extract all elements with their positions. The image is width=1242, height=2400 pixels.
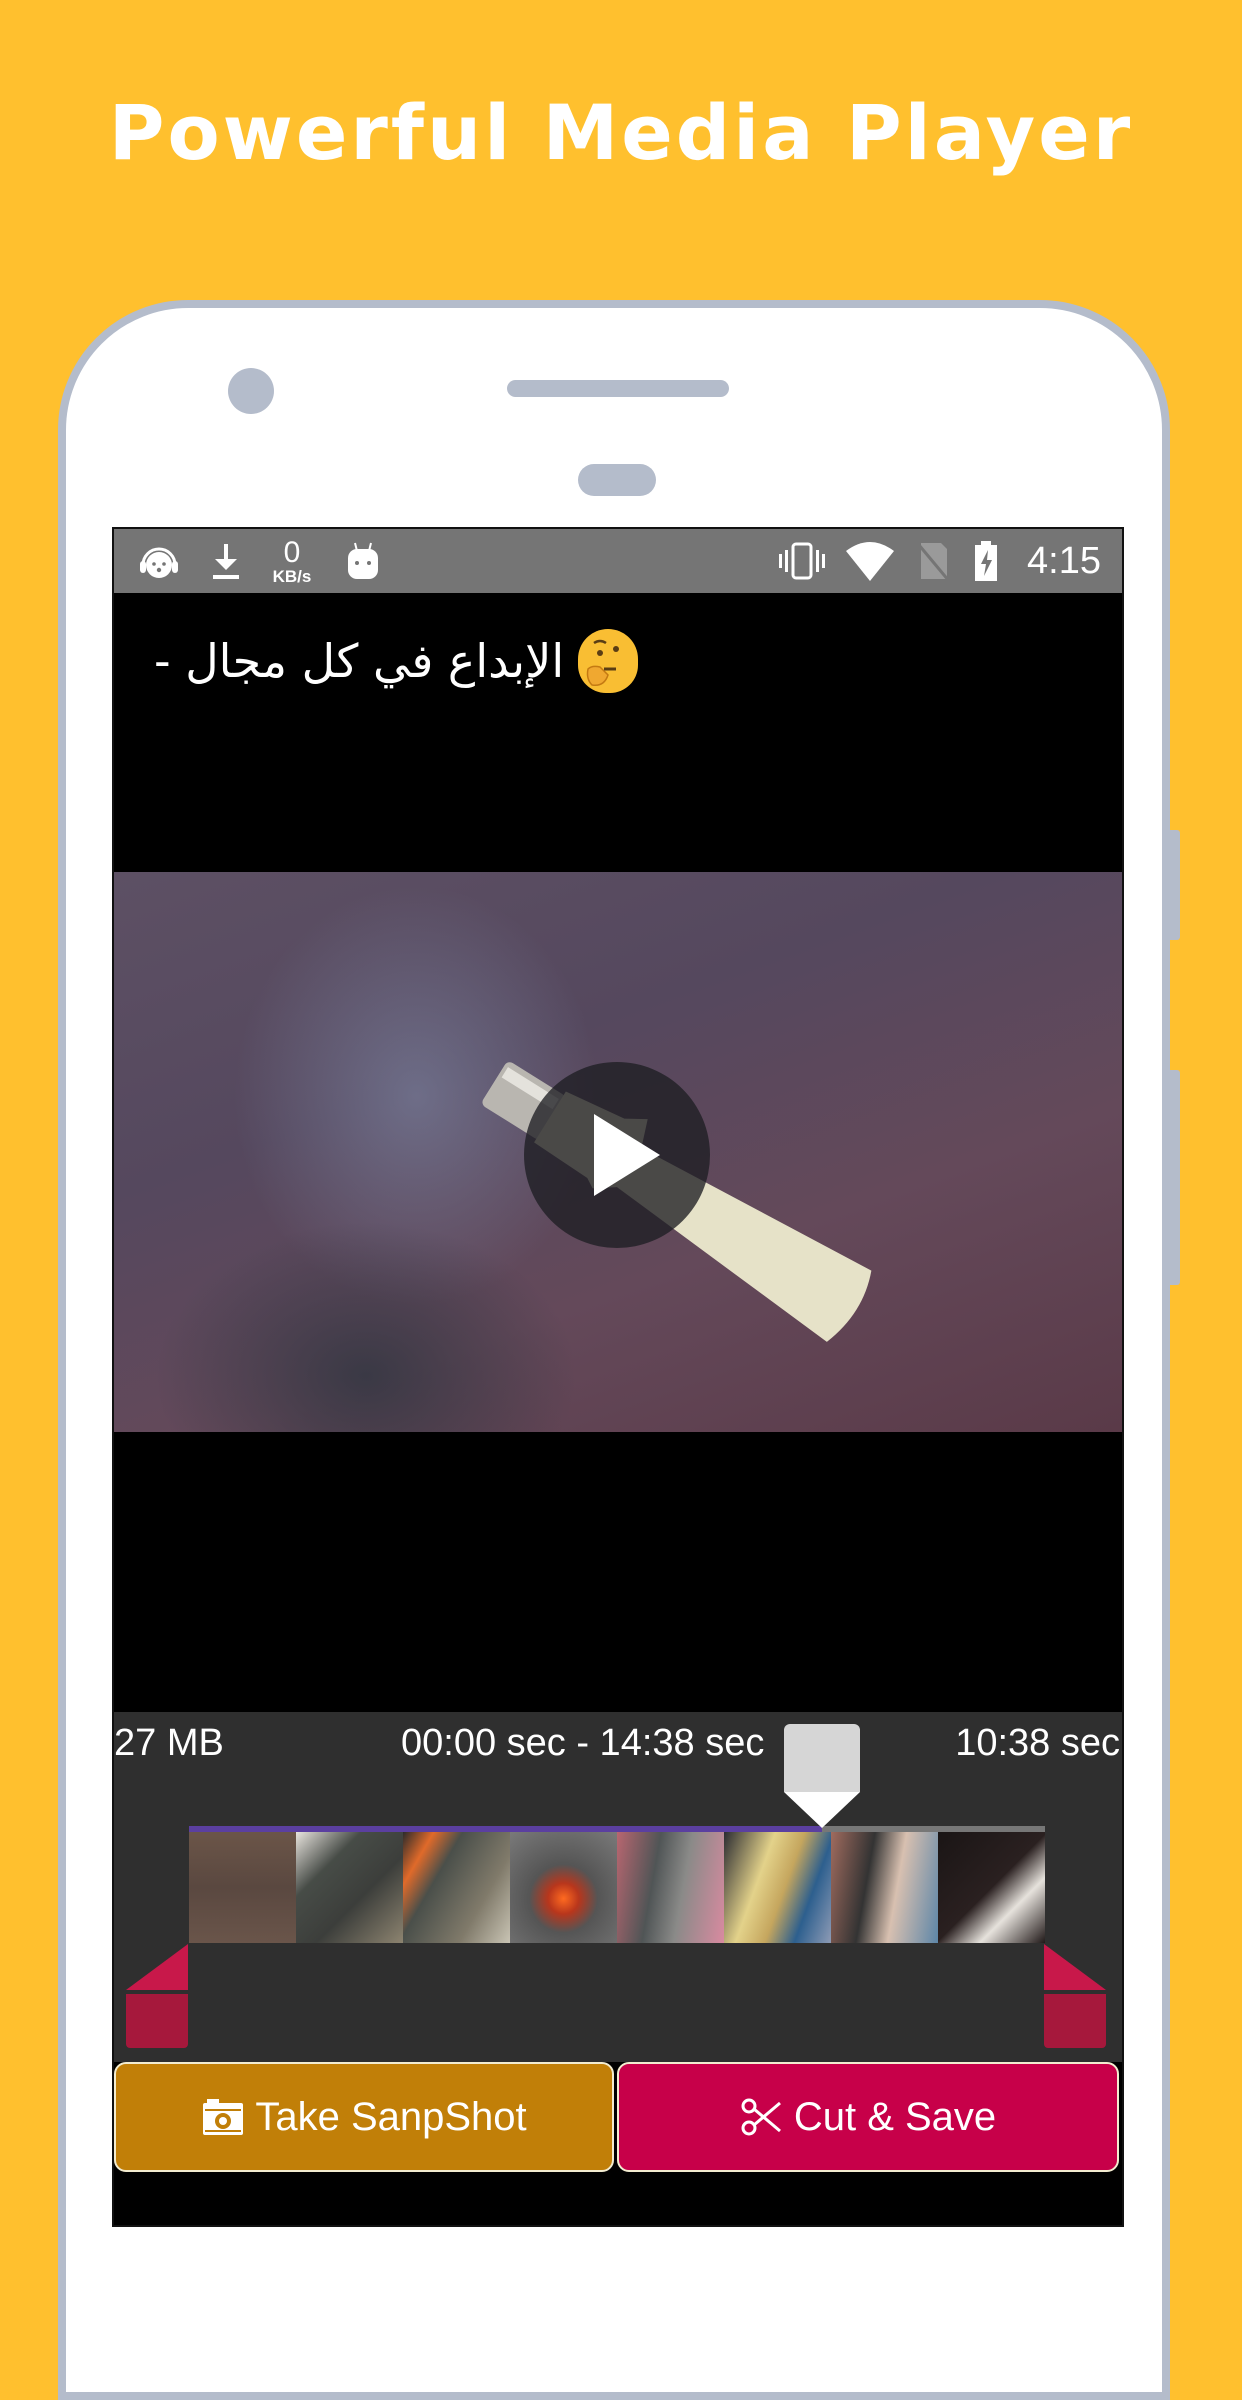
timeline-thumbnail [724,1832,831,1943]
take-snapshot-label: Take SanpShot [255,2094,527,2139]
trim-start-handle[interactable] [126,1944,188,2048]
camera-icon [203,2099,244,2135]
no-sim-icon [910,529,956,593]
network-speed-value: 0 [283,535,301,569]
phone-screen: 0 KB/s 4:15 الإبداع في كل مجال - 27 MB 0… [112,527,1124,2227]
trim-editor: 27 MB 00:00 sec - 14:38 sec 10:38 sec [114,1712,1122,2062]
status-time: 4:15 [1027,539,1101,582]
phone-speaker [507,380,729,397]
trim-range-label: 00:00 sec - 14:38 sec [401,1722,765,1764]
promo-headline: Powerful Media Player [108,88,1134,177]
timeline-thumbnail [938,1832,1045,1943]
android-icon [340,529,386,593]
network-speed-unit: KB/s [272,566,312,586]
timeline-thumbnail [189,1832,296,1943]
current-time: 10:38 sec [955,1722,1120,1764]
status-bar: 0 KB/s 4:15 [114,529,1122,593]
battery-charging-icon [966,529,1006,593]
cut-and-save-button[interactable]: Cut & Save [617,2062,1119,2172]
timeline-thumbnail [617,1832,724,1943]
phone-sensor [578,464,656,496]
take-snapshot-button[interactable]: Take SanpShot [114,2062,614,2172]
thinking-face-emoji-icon [578,629,639,693]
timeline-thumbnails[interactable] [189,1832,1045,1943]
scissors-icon [741,2098,781,2136]
headphones-avatar-icon [134,529,184,593]
trim-end-block [1044,1994,1106,2048]
wifi-icon [842,529,898,593]
file-size: 27 MB [114,1722,224,1764]
network-speed: 0 KB/s [262,529,322,593]
trim-start-block [126,1994,188,2048]
video-title-text: الإبداع في كل مجال - [154,634,565,688]
video-title: الإبداع في كل مجال - [154,629,1054,693]
playhead-body [784,1724,861,1792]
play-button[interactable] [524,1062,710,1248]
cut-and-save-label: Cut & Save [793,2094,997,2139]
playhead-pointer [784,1792,861,1828]
download-icon [206,529,246,593]
timeline-thumbnail [403,1832,510,1943]
timeline-thumbnail [831,1832,938,1943]
vibrate-icon [774,529,830,593]
phone-front-camera [228,368,274,414]
video-player[interactable] [114,872,1122,1432]
trim-end-handle[interactable] [1044,1944,1106,2048]
timeline-thumbnail [296,1832,403,1943]
playhead-handle[interactable] [784,1724,861,1828]
timeline-thumbnail [510,1832,617,1943]
